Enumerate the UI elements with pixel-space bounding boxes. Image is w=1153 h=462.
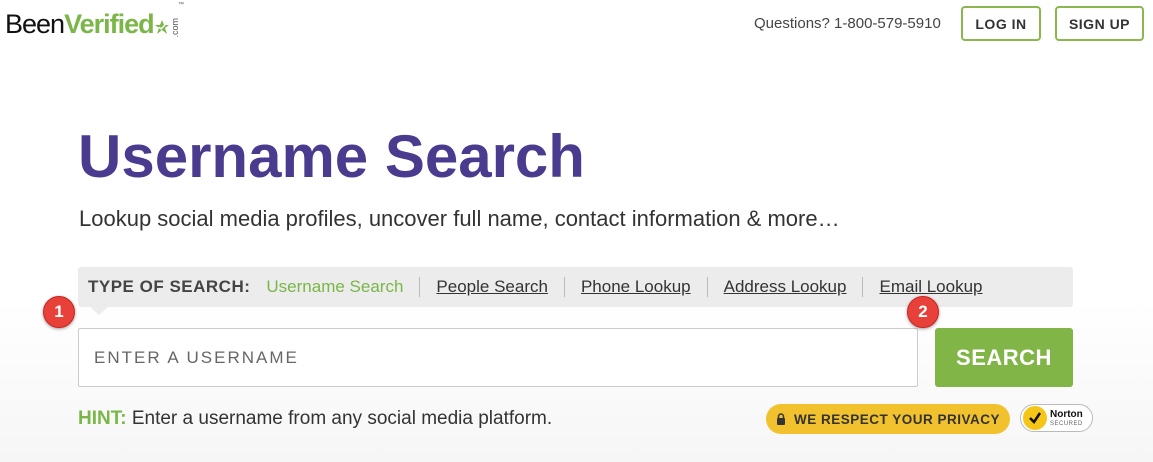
star-check-icon (154, 20, 169, 34)
page-title: Username Search (78, 123, 585, 190)
page-subtitle: Lookup social media profiles, uncover fu… (79, 206, 840, 231)
hint-text: HINT: Enter a username from any social m… (78, 408, 552, 430)
lock-icon (776, 413, 785, 425)
search-button[interactable]: SEARCH (935, 328, 1073, 387)
username-input[interactable] (78, 328, 918, 387)
logo-trademark: ™ (178, 2, 184, 8)
hint-body: Enter a username from any social media p… (126, 408, 553, 429)
search-type-label: TYPE OF SEARCH: (88, 277, 251, 296)
annotation-marker-1: 1 (43, 296, 75, 328)
logo-text-been: Been (5, 9, 65, 39)
hint-label: HINT: (78, 408, 127, 429)
tab-people-search[interactable]: People Search (420, 277, 565, 297)
support-phone[interactable]: Questions? 1-800-579-5910 (754, 15, 941, 32)
brand-logo[interactable]: Been Verified .com (5, 9, 180, 40)
tab-username-search[interactable]: Username Search (266, 277, 421, 297)
logo-dotcom: .com (169, 18, 180, 38)
privacy-badge[interactable]: WE RESPECT YOUR PRIVACY (766, 404, 1010, 434)
tab-address-lookup[interactable]: Address Lookup (708, 277, 864, 297)
norton-check-icon (1023, 406, 1047, 430)
tab-phone-lookup[interactable]: Phone Lookup (565, 277, 708, 297)
signup-button[interactable]: SIGN UP (1055, 6, 1144, 41)
login-button[interactable]: LOG IN (961, 6, 1041, 41)
norton-sub: SECURED (1050, 420, 1083, 427)
norton-name: Norton (1050, 408, 1083, 420)
norton-secured-badge[interactable]: Norton SECURED (1020, 404, 1093, 432)
logo-text-verified: Verified (64, 9, 155, 39)
annotation-marker-2: 2 (907, 296, 939, 328)
tab-email-lookup[interactable]: Email Lookup (863, 277, 998, 297)
privacy-text: WE RESPECT YOUR PRIVACY (793, 411, 1001, 427)
